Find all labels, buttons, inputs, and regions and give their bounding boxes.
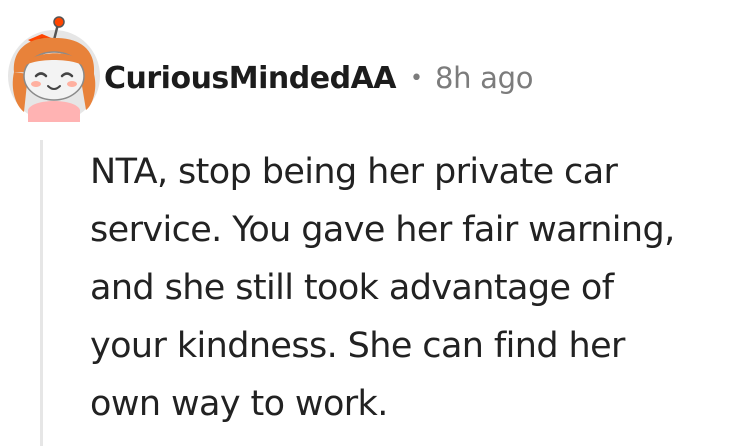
comment-body-line: NTA, stop being her private car xyxy=(90,152,618,192)
comment-body-line: and she still took advantage of xyxy=(90,268,614,308)
comment-body-line: service. You gave her fair warning, xyxy=(90,210,675,250)
thread-collapse-line[interactable] xyxy=(40,140,43,446)
author-username[interactable]: CuriousMindedAA xyxy=(104,61,397,96)
comment-body: NTA, stop being her private car service.… xyxy=(90,143,740,433)
comment-body-line: own way to work. xyxy=(90,384,388,424)
comment-header: CuriousMindedAA • 8h ago xyxy=(104,52,533,104)
snoo-avatar-icon xyxy=(8,16,100,122)
comment-timestamp[interactable]: 8h ago xyxy=(435,61,533,95)
comment-body-line: your kindness. She can find her xyxy=(90,326,625,366)
separator-dot: • xyxy=(410,65,423,91)
author-avatar[interactable] xyxy=(6,14,102,124)
